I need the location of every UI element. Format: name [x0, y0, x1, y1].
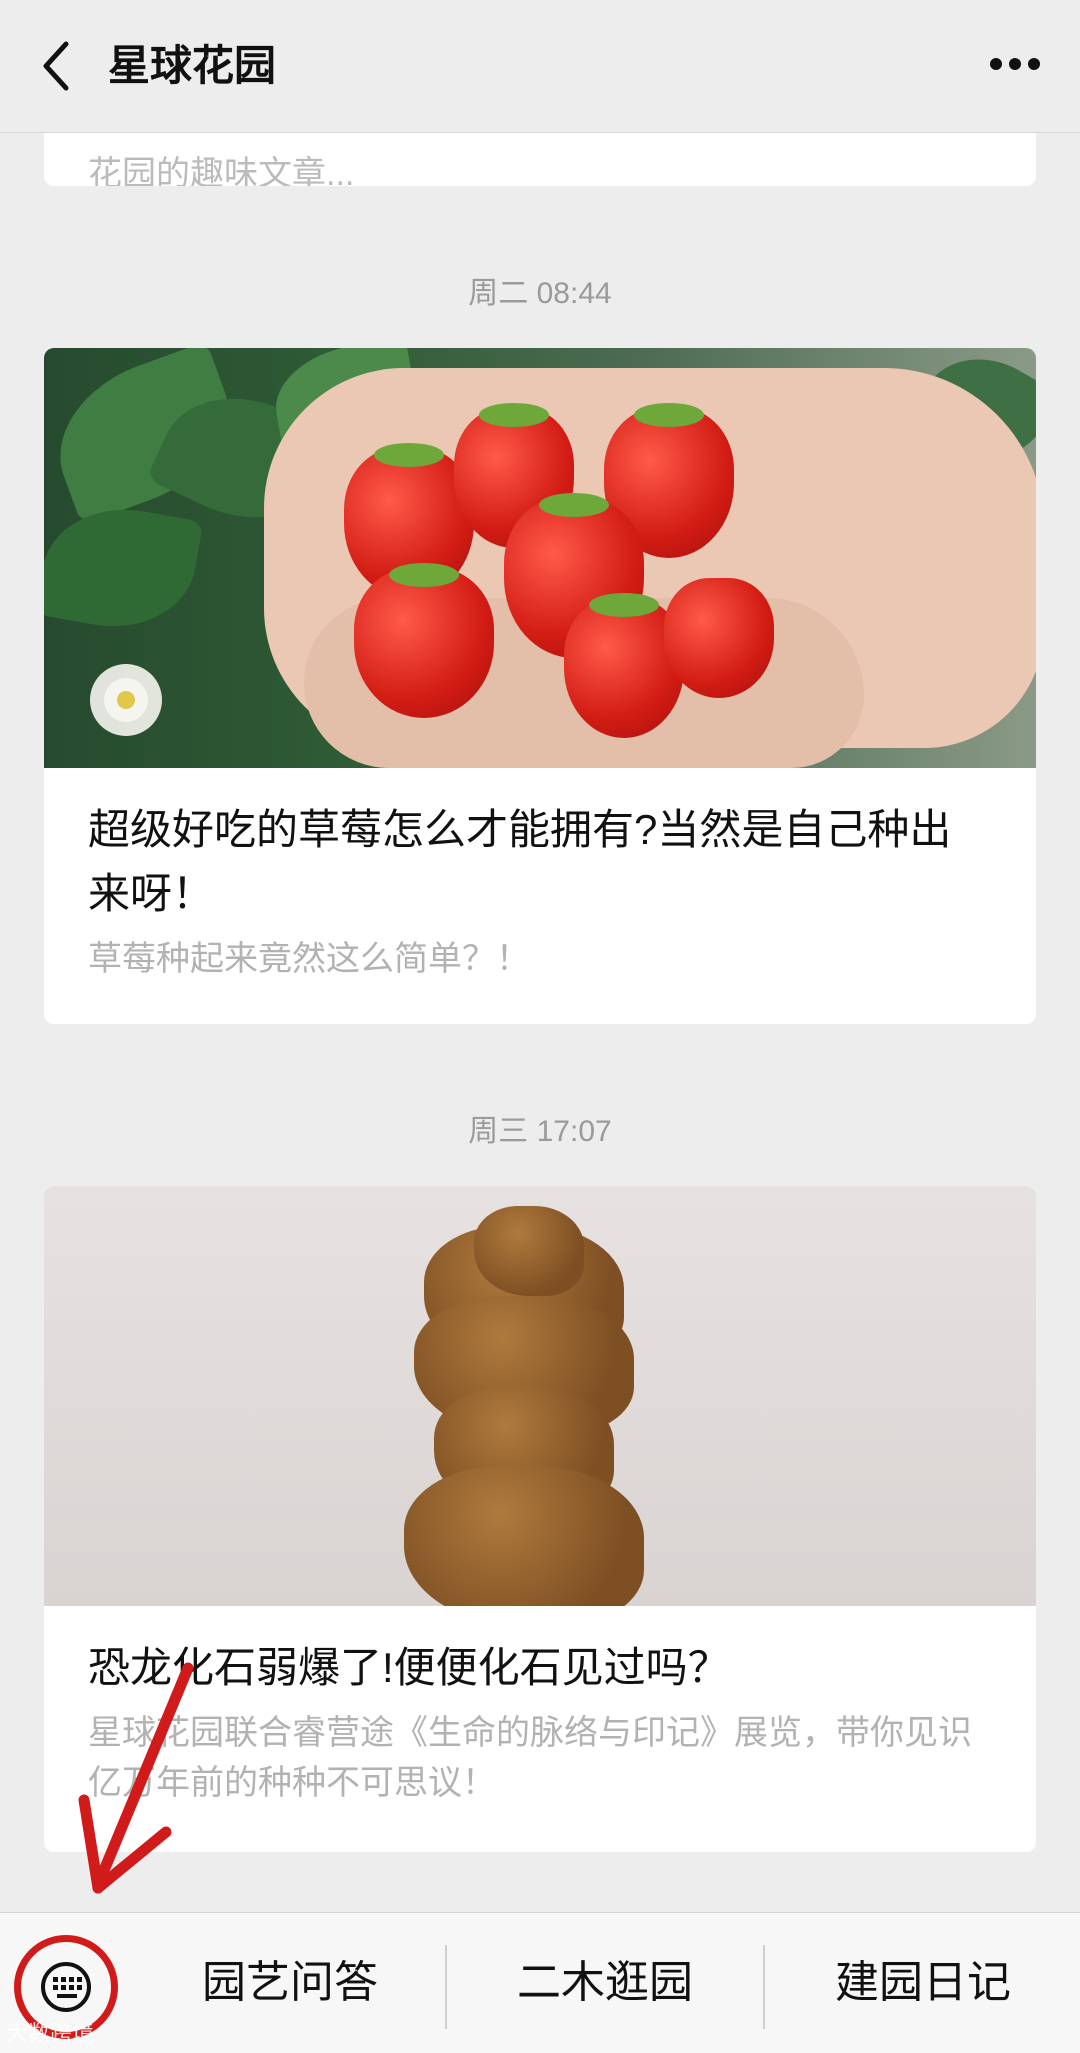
menu-divider	[763, 1945, 765, 2029]
previous-article-snippet: 花园的趣味文章...	[88, 155, 355, 186]
article-cover-image	[44, 1186, 1036, 1606]
top-nav-bar: 星球花园	[0, 0, 1080, 133]
back-arrow-icon[interactable]	[36, 38, 86, 94]
message-feed[interactable]: 花园的趣味文章... 周二 08:44 超级好吃的草莓怎么才能拥有?当然是自己种…	[0, 0, 1080, 1912]
watermark: 大数跨境	[6, 2021, 95, 2046]
timestamp: 周二 08:44	[468, 277, 612, 310]
more-options-icon[interactable]	[990, 58, 1040, 72]
bottom-menu-bar: 园艺问答 二木逛园 建园日记	[0, 1912, 1080, 2053]
timestamp: 周三 17:07	[468, 1115, 612, 1148]
menu-item-build-garden-diary[interactable]: 建园日记	[768, 1913, 1078, 2053]
article-cover-image	[44, 348, 1036, 768]
page-title: 星球花园	[108, 42, 277, 89]
article-subtitle: 草莓种起来竟然这么简单？！	[88, 940, 530, 978]
article-title: 超级好吃的草莓怎么才能拥有?当然是自己种出来呀！	[88, 806, 952, 917]
menu-item-erm-garden-tour[interactable]: 二木逛园	[450, 1913, 760, 2053]
article-title: 恐龙化石弱爆了!便便化石见过吗？	[88, 1644, 730, 1691]
annotation-arrow-icon	[78, 1662, 194, 1894]
menu-item-garden-qa[interactable]: 园艺问答	[140, 1913, 440, 2053]
article-card-strawberry[interactable]: 超级好吃的草莓怎么才能拥有?当然是自己种出来呀！ 草莓种起来竟然这么简单？！	[44, 348, 1036, 1024]
menu-divider	[445, 1945, 447, 2029]
keyboard-icon	[41, 1962, 91, 2012]
article-subtitle: 星球花园联合睿营途《生命的脉络与印记》展览，带你见识亿万年前的种种不可思议！	[88, 1714, 972, 1802]
